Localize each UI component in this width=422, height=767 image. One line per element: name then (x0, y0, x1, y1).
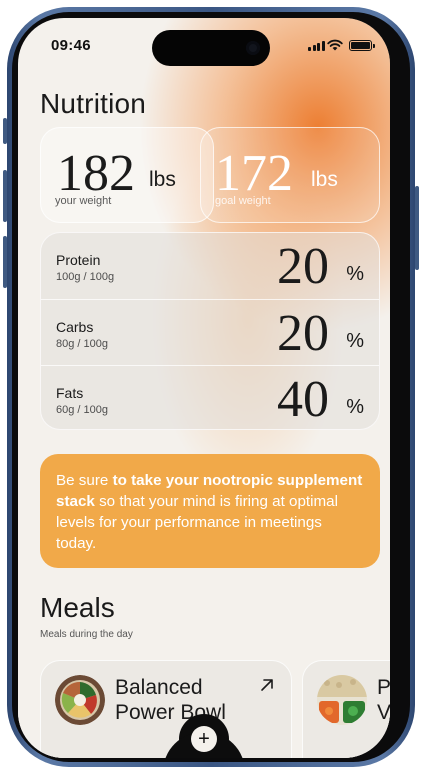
meals-subtitle: Meals during the day (40, 629, 133, 640)
macro-percent: 20 (277, 305, 329, 362)
status-time: 09:46 (51, 37, 91, 54)
add-icon-circle: + (191, 726, 217, 752)
add-button[interactable]: + (163, 714, 245, 758)
macros-card: Protein 100g / 100g 20 % Carbs 80g / 100… (40, 232, 380, 430)
page-title: Nutrition (40, 88, 147, 119)
veggies-photo (317, 675, 367, 725)
macro-row-fats[interactable]: Fats 60g / 100g 40 % (41, 365, 379, 431)
supplement-reminder: Be sure to take your nootropic supplemen… (40, 454, 380, 568)
weight-summary: 182 lbs your weight 172 lbs goal weight (40, 127, 380, 223)
signal-icon (308, 41, 325, 51)
current-weight-caption: your weight (55, 195, 112, 207)
arrow-up-right-icon[interactable] (259, 677, 275, 693)
macro-amount: 80g / 100g (56, 338, 108, 350)
meal-card[interactable]: PrVe (302, 660, 390, 758)
meal-card[interactable]: Balanced Power Bowl (40, 660, 292, 758)
status-bar: 09:46 (18, 18, 390, 66)
macro-row-protein[interactable]: Protein 100g / 100g 20 % (41, 233, 379, 299)
bowl-photo (55, 675, 105, 725)
goal-weight-value: 172 (215, 145, 293, 202)
power-button (415, 186, 419, 270)
camera-icon (246, 41, 260, 55)
goal-weight-unit: lbs (311, 168, 338, 191)
macro-name: Fats (56, 385, 84, 401)
macro-amount: 100g / 100g (56, 271, 115, 283)
reminder-rest: so that your mind is firing at optimal l… (56, 493, 338, 552)
macro-percent: 20 (277, 238, 329, 295)
reminder-lead: Be sure (56, 472, 113, 489)
wifi-icon (327, 39, 343, 51)
meals-title: Meals (40, 592, 115, 623)
current-weight-card[interactable]: 182 lbs your weight (40, 127, 214, 223)
plus-icon: + (198, 728, 210, 750)
meal-name-line: Pr (377, 676, 390, 699)
percent-sign: % (346, 263, 364, 285)
percent-sign: % (346, 396, 364, 418)
app-screen: 09:46 Nutrition 182 lbs your weight 172 … (18, 18, 390, 758)
percent-sign: % (346, 330, 364, 352)
current-weight-value: 182 (57, 145, 135, 202)
goal-weight-card[interactable]: 172 lbs goal weight (200, 127, 380, 223)
macro-name: Protein (56, 252, 101, 268)
meal-name-line: Ve (377, 701, 390, 724)
macro-name: Carbs (56, 319, 94, 335)
macro-row-carbs[interactable]: Carbs 80g / 100g 20 % (41, 299, 379, 365)
current-weight-unit: lbs (149, 168, 176, 191)
battery-icon (349, 40, 375, 51)
macro-amount: 60g / 100g (56, 404, 108, 416)
meal-name: PrVe (377, 675, 390, 725)
goal-weight-caption: goal weight (215, 195, 271, 207)
meal-name-line: Balanced (115, 676, 203, 699)
dynamic-island (152, 30, 270, 66)
macro-percent: 40 (277, 371, 329, 428)
